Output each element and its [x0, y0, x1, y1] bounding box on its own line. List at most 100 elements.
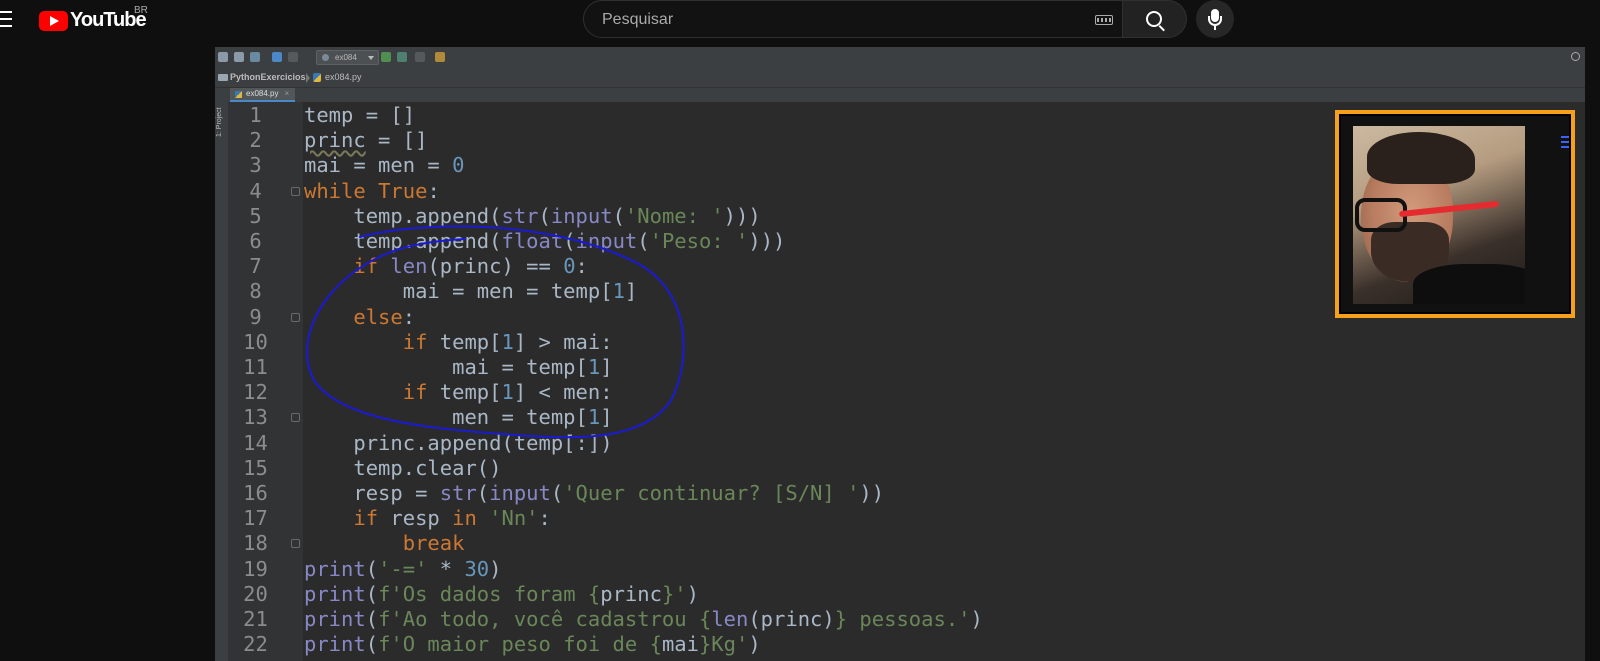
search-everywhere-icon[interactable] [1571, 52, 1580, 61]
code-token: princ [304, 128, 366, 153]
line-number: 8 [249, 279, 262, 304]
code-token: }Kg' [698, 632, 749, 657]
sync-icon[interactable] [250, 52, 260, 62]
youtube-masthead: YouTube BR [0, 0, 1600, 47]
code-token: ( [550, 481, 564, 505]
breadcrumb-project[interactable]: PythonExercicios [230, 72, 306, 82]
code-text: princ = [] [304, 128, 427, 153]
code-line[interactable]: 19 print('-=' * 30) [215, 557, 1515, 582]
code-token: in [452, 506, 477, 531]
code-line[interactable]: 7 if len(princ) == 0: [215, 254, 1515, 279]
keyboard-icon[interactable] [1095, 15, 1113, 25]
code-line[interactable]: 14 princ.append(temp[:]) [215, 431, 1515, 456]
voice-search-button[interactable] [1196, 0, 1234, 38]
menu-icon[interactable] [0, 11, 12, 27]
code-token: print [304, 581, 366, 606]
code-token: ( [365, 632, 379, 657]
code-text: temp.clear() [304, 456, 501, 481]
code-token: 'Peso: ' [649, 229, 749, 253]
code-token: input [489, 481, 551, 505]
debug-icon[interactable] [397, 52, 407, 62]
code-token: ( [365, 607, 379, 631]
youtube-play-icon [39, 10, 68, 31]
code-token: len [390, 254, 428, 279]
code-token: temp.append( [304, 203, 502, 228]
stop-icon[interactable] [415, 52, 425, 62]
open-folder-icon[interactable] [218, 52, 228, 62]
code-line[interactable]: 15 temp.clear() [215, 456, 1515, 481]
code-line[interactable]: 4 while True: [215, 179, 1515, 204]
youtube-logo[interactable]: YouTube [39, 9, 147, 32]
code-line[interactable]: 20 print(f'Os dados foram {princ}') [215, 582, 1515, 607]
code-line[interactable]: 13 men = temp[1] [215, 405, 1515, 430]
code-token: if [402, 329, 428, 354]
code-token: ] [600, 405, 613, 430]
code-line[interactable]: 12 if temp[1] < men: [215, 380, 1515, 405]
code-token: ( [365, 556, 379, 581]
code-line[interactable]: 1 temp = [] [215, 103, 1515, 128]
code-token: while [304, 178, 366, 203]
search-input[interactable] [600, 1, 1074, 39]
code-token: mai [661, 632, 699, 657]
breadcrumb-file[interactable]: ex084.py [325, 72, 362, 82]
forward-icon[interactable] [288, 52, 298, 62]
code-token: print [304, 607, 366, 631]
line-number: 22 [243, 632, 268, 657]
code-line[interactable]: 17 if resp in 'Nn': [215, 506, 1515, 531]
fold-marker-icon[interactable] [291, 539, 300, 549]
code-token: resp [378, 506, 453, 531]
run-icon[interactable] [381, 52, 391, 62]
code-token: '-=' [378, 556, 428, 581]
code-token: temp[ [427, 329, 502, 354]
code-line[interactable]: 3 mai = men = 0 [215, 153, 1515, 178]
code-token: mai = temp[ [304, 355, 588, 379]
code-token: 1 [501, 380, 514, 405]
code-line[interactable]: 9 else: [215, 305, 1515, 330]
code-token: ))) [748, 229, 786, 253]
search-icon [1146, 11, 1162, 27]
code-token: float [501, 229, 564, 253]
code-token: 'Quer continuar? [S/N] ' [563, 481, 860, 505]
code-line[interactable]: 10 if temp[1] > mai: [215, 330, 1515, 355]
code-token: 1 [612, 279, 625, 304]
code-token: }' [661, 581, 687, 606]
video-player[interactable]: ex084 PythonExercicios ex084.py 1: Proje… [215, 47, 1585, 661]
tab-ex084[interactable]: ex084.py × [230, 88, 296, 102]
code-token: ] < men: [513, 380, 613, 405]
code-token: str [501, 203, 539, 228]
code-line[interactable]: 8 mai = men = temp[1] [215, 279, 1515, 304]
code-token: 0 [563, 254, 576, 279]
fold-marker-icon[interactable] [291, 312, 300, 322]
code-line[interactable]: 21 print(f'Ao todo, você cadastrou {len(p… [215, 607, 1515, 632]
code-token: if [402, 380, 428, 405]
code-token: else [353, 304, 403, 329]
code-line[interactable]: 16 resp = str(input('Quer continuar? [S/… [215, 481, 1515, 506]
save-icon[interactable] [234, 52, 244, 62]
code-token: ( [365, 581, 379, 606]
code-line[interactable]: 5 temp.append(str(input('Nome: '))) [215, 204, 1515, 229]
fold-marker-icon[interactable] [291, 186, 300, 196]
code-token: princ.append(temp[:]) [304, 430, 613, 455]
back-icon[interactable] [272, 52, 282, 62]
fold-marker-icon[interactable] [291, 413, 300, 423]
code-token: input [550, 203, 613, 228]
code-line[interactable]: 2 princ = [] [215, 128, 1515, 153]
search-button[interactable] [1123, 0, 1187, 38]
code-token: princ [600, 581, 662, 606]
line-number: 3 [249, 153, 262, 178]
run-configuration-select[interactable]: ex084 [316, 50, 379, 65]
code-line[interactable]: 11 mai = temp[1] [215, 355, 1515, 380]
line-number: 6 [249, 229, 262, 253]
code-line[interactable]: 18 break [215, 531, 1515, 556]
code-token: men = temp[ [304, 405, 588, 430]
code-token: True [378, 178, 428, 203]
code-line[interactable]: 22 print(f'O maior peso foi de {mai}Kg') [215, 632, 1515, 657]
code-text: temp.append(str(input('Nome: '))) [304, 203, 760, 229]
vcs-icon[interactable] [435, 52, 445, 62]
code-line[interactable]: 6 temp.append(float(input('Peso: '))) [215, 229, 1515, 254]
close-icon[interactable]: × [284, 89, 289, 98]
code-token: ) [748, 632, 761, 657]
code-token: ) [970, 607, 983, 631]
